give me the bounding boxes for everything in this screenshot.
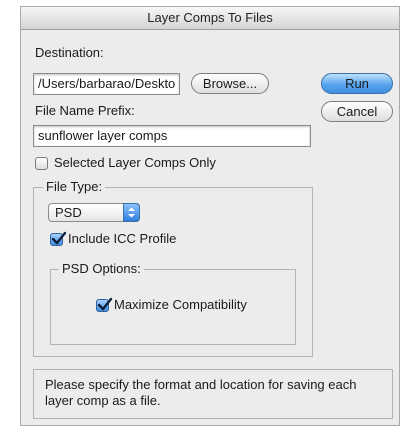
checkmark-icon xyxy=(97,297,113,311)
maximize-compatibility-label: Maximize Compatibility xyxy=(114,297,247,312)
include-icc-profile-label: Include ICC Profile xyxy=(68,231,177,246)
destination-label: Destination: xyxy=(35,45,104,60)
psd-options-legend: PSD Options: xyxy=(59,261,144,276)
file-type-select[interactable]: PSD xyxy=(48,203,140,222)
file-name-prefix-input[interactable]: sunflower layer comps xyxy=(33,125,311,147)
selected-layer-comps-only-label: Selected Layer Comps Only xyxy=(54,155,216,170)
include-icc-profile-checkbox[interactable] xyxy=(50,231,67,246)
message-line-2: layer comp as a file. xyxy=(45,393,161,408)
checkmark-icon xyxy=(51,231,67,245)
message-line-1: Please specify the format and location f… xyxy=(45,377,357,392)
maximize-compatibility-checkbox[interactable] xyxy=(96,297,113,312)
destination-path-field[interactable]: /Users/barbarao/Deskto xyxy=(33,73,180,95)
run-button[interactable]: Run xyxy=(321,73,393,94)
cancel-button[interactable]: Cancel xyxy=(321,101,393,122)
browse-button[interactable]: Browse... xyxy=(191,73,269,94)
layer-comps-to-files-dialog: Layer Comps To Files Destination: /Users… xyxy=(20,6,400,426)
file-type-legend: File Type: xyxy=(43,179,106,194)
window-title: Layer Comps To Files xyxy=(21,7,399,30)
file-type-selected-value: PSD xyxy=(55,205,82,220)
chevron-updown-icon xyxy=(123,203,140,222)
selected-layer-comps-only-checkbox[interactable] xyxy=(35,157,48,170)
file-name-prefix-label: File Name Prefix: xyxy=(35,103,135,118)
